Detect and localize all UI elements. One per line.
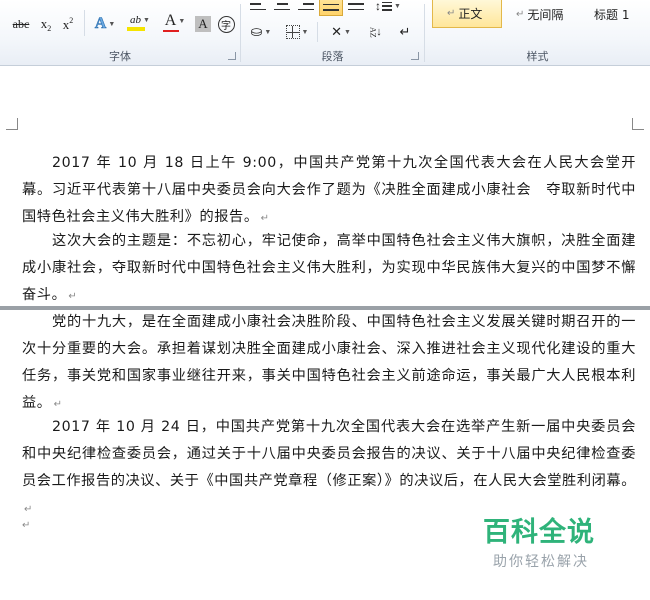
- borders-icon: [285, 25, 300, 39]
- text-effects-dropdown-icon: ▼: [108, 20, 116, 28]
- align-left-icon: [250, 0, 266, 10]
- font-divider: [84, 10, 85, 36]
- paragraph-4-text: 2017 年 10 月 24 日，中国共产党第十九次全国代表大会在选举产生新一届…: [22, 419, 636, 489]
- superscript-icon: x2: [63, 16, 74, 33]
- paragraph-mark-icon: ↵: [399, 24, 411, 39]
- character-shading-button[interactable]: A: [194, 14, 212, 34]
- justify-button[interactable]: [319, 0, 343, 16]
- margin-corner-top-left: [6, 118, 18, 130]
- font-group: abc x2 x2 A ▼ ab ▼ A ▼ A 字 字体: [0, 0, 240, 66]
- align-right-icon: [298, 0, 314, 10]
- style-normal-mark-icon: ↵: [447, 8, 456, 19]
- subscript-suffix: 2: [47, 23, 52, 33]
- font-color-bar: [163, 30, 179, 32]
- sort-icon: AZ: [368, 26, 378, 38]
- enclose-characters-button[interactable]: 字: [216, 14, 236, 34]
- borders-dropdown-icon: ▼: [301, 28, 309, 36]
- align-right-button[interactable]: [295, 0, 317, 14]
- style-normal[interactable]: ↵ 正文: [432, 0, 502, 28]
- chinese-layout-dropdown-icon: ▼: [343, 28, 351, 36]
- ribbon: abc x2 x2 A ▼ ab ▼ A ▼ A 字 字体 ↕ ▼ ⛀ ▼ ▼ …: [0, 0, 650, 66]
- justify-icon: [323, 0, 339, 11]
- chinese-layout-icon: ✕: [331, 24, 342, 39]
- character-shading-icon: A: [195, 16, 211, 32]
- text-effects-button[interactable]: A ▼: [90, 14, 120, 34]
- align-left-button[interactable]: [247, 0, 269, 14]
- paragraph-divider: [317, 22, 318, 42]
- return-mark-icon: ↵: [68, 291, 77, 302]
- paragraph-3[interactable]: 党的十九大，是在全面建成小康社会决胜阶段、中国特色社会主义发展关键时期召开的一次…: [22, 309, 636, 418]
- paragraph-group: ↕ ▼ ⛀ ▼ ▼ ✕ ▼ AZ ↓ ↵ 段落: [241, 0, 424, 66]
- paragraph-3-text: 党的十九大，是在全面建成小康社会决胜阶段、中国特色社会主义发展关键时期召开的一次…: [22, 314, 636, 411]
- font-color-button[interactable]: A ▼: [160, 12, 190, 32]
- highlight-icon: ab: [130, 13, 142, 26]
- style-no-spacing[interactable]: ↵ 无间隔: [508, 0, 588, 28]
- line-spacing-lines-icon: [382, 1, 393, 11]
- watermark-subtitle: 助你轻松解决: [493, 554, 589, 570]
- watermark: 百科全说 助你轻松解决: [483, 510, 623, 571]
- shading-button[interactable]: ⛀ ▼: [245, 22, 277, 42]
- margin-corner-top-right: [632, 118, 644, 130]
- sort-button[interactable]: AZ ↓: [363, 22, 387, 42]
- line-spacing-icon: ↕: [375, 0, 382, 13]
- paragraph-4[interactable]: 2017 年 10 月 24 日，中国共产党第十九次全国代表大会在选举产生新一届…: [22, 414, 636, 523]
- paint-bucket-icon: ⛀: [250, 24, 263, 40]
- font-color-wrap: A ▼: [165, 12, 186, 30]
- style-no-spacing-mark-icon: ↵: [516, 8, 525, 20]
- subscript-icon: x2: [41, 16, 52, 33]
- text-effects-icon: A: [94, 15, 107, 33]
- empty-paragraph-mark-icon: ↵: [22, 520, 31, 531]
- paragraph-1-text: 2017 年 10 月 18 日上午 9:00，中国共产党第十九次全国代表大会在…: [22, 155, 636, 225]
- highlight-dropdown-icon: ▼: [143, 15, 150, 24]
- style-gallery: ↵ 正文 ↵ 无间隔 标题 1: [430, 0, 650, 28]
- superscript-button[interactable]: x2: [58, 14, 78, 34]
- align-center-button[interactable]: [271, 0, 293, 14]
- paragraph-group-label: 段落: [321, 50, 344, 63]
- distributed-icon: [348, 0, 364, 10]
- paragraph-2[interactable]: 这次大会的主题是：不忘初心，牢记使命，高举中国特色社会主义伟大旗帜，决胜全面建成…: [22, 228, 636, 310]
- enclose-characters-icon: 字: [217, 15, 235, 33]
- strikethrough-button[interactable]: abc: [8, 14, 34, 34]
- align-center-icon: [274, 0, 290, 10]
- chinese-layout-button[interactable]: ✕ ▼: [323, 22, 359, 42]
- line-spacing-dropdown-icon: ▼: [394, 2, 401, 10]
- style-normal-label: 正文: [458, 7, 483, 21]
- font-group-label: 字体: [109, 50, 131, 63]
- paragraph-2-text: 这次大会的主题是：不忘初心，牢记使命，高举中国特色社会主义伟大旗帜，决胜全面建成…: [22, 233, 636, 303]
- style-no-spacing-label: 无间隔: [527, 7, 564, 22]
- return-mark-icon: ↵: [24, 504, 33, 515]
- watermark-title: 百科全说: [483, 517, 595, 548]
- show-marks-button[interactable]: ↵: [393, 22, 417, 42]
- font-dialog-launcher-icon[interactable]: [228, 52, 236, 60]
- shading-dropdown-icon: ▼: [264, 28, 272, 36]
- paragraph-dialog-launcher-icon[interactable]: [411, 52, 419, 60]
- strikethrough-icon: abc: [12, 16, 30, 31]
- highlight-button[interactable]: ab ▼: [124, 12, 156, 32]
- line-spacing-button[interactable]: ↕ ▼: [373, 0, 403, 16]
- highlight-color-bar: [127, 26, 145, 31]
- distributed-button[interactable]: [345, 0, 367, 14]
- superscript-suffix: 2: [69, 15, 74, 25]
- subscript-button[interactable]: x2: [36, 14, 56, 34]
- font-color-dropdown-icon: ▼: [178, 17, 186, 25]
- borders-button[interactable]: ▼: [281, 22, 313, 42]
- highlight-wrap: ab ▼: [130, 14, 150, 26]
- font-color-icon: A: [164, 12, 177, 29]
- paragraph-1[interactable]: 2017 年 10 月 18 日上午 9:00，中国共产党第十九次全国代表大会在…: [22, 150, 636, 232]
- return-mark-icon: ↵: [53, 399, 62, 410]
- sort-arrow-icon: ↓: [376, 26, 382, 38]
- styles-group-label: 样式: [526, 50, 549, 63]
- style-heading-1-label: 标题 1: [594, 7, 630, 22]
- style-heading-1[interactable]: 标题 1: [590, 0, 650, 28]
- return-mark-icon: ↵: [260, 213, 269, 224]
